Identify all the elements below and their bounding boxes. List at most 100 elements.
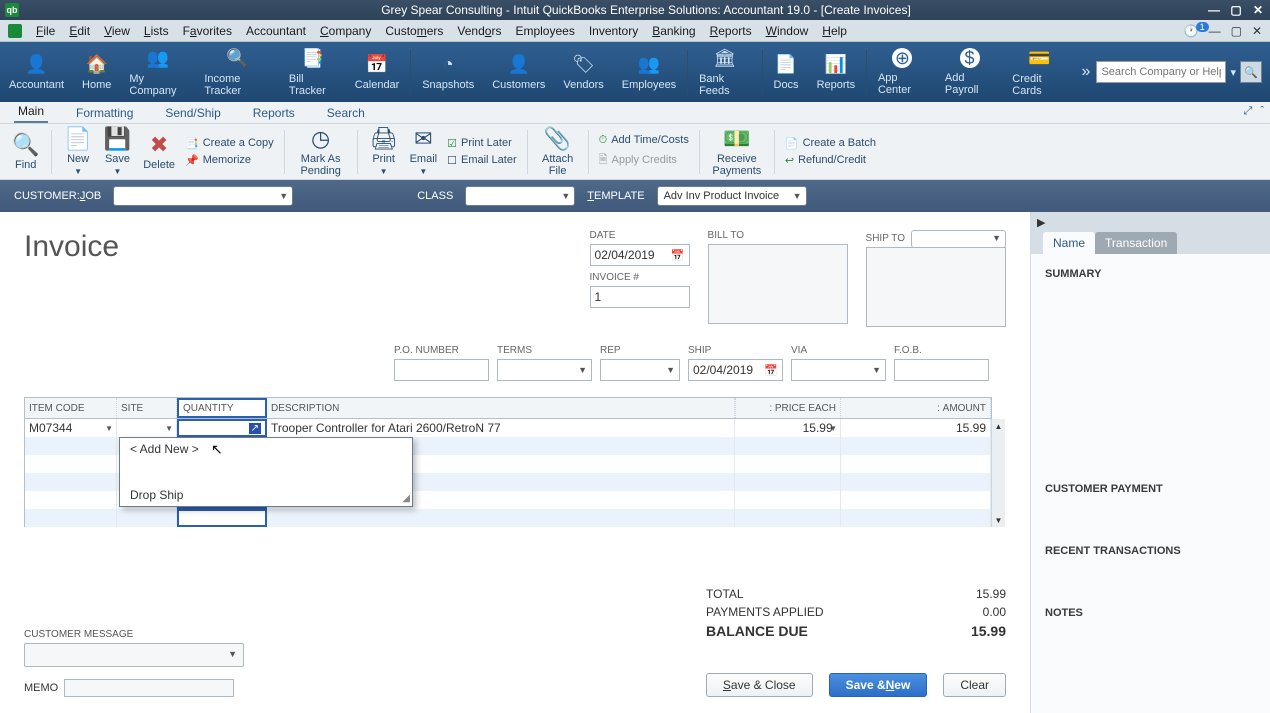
tb-bill[interactable]: 📑Bill Tracker <box>280 43 346 101</box>
resize-grip-icon[interactable]: ◢ <box>402 493 410 504</box>
toolbar-more-icon[interactable]: » <box>1076 63 1097 81</box>
template-dropdown[interactable]: Adv Inv Product Invoice▼ <box>657 186 807 206</box>
reminders-button[interactable]: 🕐1 <box>1184 24 1199 38</box>
ribbon-refund[interactable]: ↩Refund/Credit <box>783 153 878 168</box>
ribbon-attach[interactable]: 📎Attach File <box>536 125 580 179</box>
child-minimize[interactable]: — <box>1209 24 1221 38</box>
save-new-button[interactable]: Save & New <box>829 673 928 697</box>
ribbon-save[interactable]: 💾Save▼ <box>100 125 135 178</box>
via-dropdown[interactable]: ▼ <box>791 359 886 381</box>
menu-window[interactable]: Window <box>766 24 809 38</box>
customer-job-dropdown[interactable]: ▼ <box>113 186 293 206</box>
table-row[interactable] <box>25 509 991 527</box>
collapse-ribbon-icon[interactable]: ˆ <box>1260 105 1264 118</box>
date-field[interactable]: 02/04/2019📅 <box>590 244 690 266</box>
ribbon-print[interactable]: 🖨Print▼ <box>366 125 402 178</box>
dropdown-drop-ship[interactable]: Drop Ship <box>120 484 412 506</box>
tb-docs[interactable]: 📄Docs <box>765 49 808 95</box>
col-item[interactable]: ITEM CODE <box>25 398 117 418</box>
shipto-field[interactable] <box>866 247 1006 327</box>
col-qty[interactable]: QUANTITY <box>177 398 267 418</box>
ribbon-new[interactable]: 📄New▼ <box>60 125 95 178</box>
menu-view[interactable]: View <box>104 24 130 38</box>
tb-payroll[interactable]: $Add Payroll <box>936 44 1003 100</box>
memo-field[interactable] <box>64 679 234 697</box>
menu-banking[interactable]: Banking <box>652 24 695 38</box>
child-close[interactable]: ✕ <box>1252 24 1262 38</box>
line-site[interactable]: ▼ <box>117 419 177 437</box>
rep-dropdown[interactable]: ▼ <box>600 359 680 381</box>
col-desc[interactable]: DESCRIPTION <box>267 398 735 418</box>
ribbon-find[interactable]: 🔍Find <box>8 131 43 173</box>
line-qty[interactable]: ↗ <box>177 419 267 437</box>
menu-edit[interactable]: Edit <box>69 24 90 38</box>
ribbon-add-time[interactable]: ⏱Add Time/Costs <box>597 133 691 148</box>
terms-dropdown[interactable]: ▼ <box>497 359 592 381</box>
tb-accountant[interactable]: 👤Accountant <box>0 49 73 95</box>
po-field[interactable] <box>394 359 489 381</box>
search-input[interactable] <box>1096 61 1226 83</box>
calendar-icon[interactable]: 📅 <box>764 364 778 377</box>
menu-lists[interactable]: Lists <box>144 24 169 38</box>
shipto-dropdown[interactable]: ▼ <box>911 230 1006 248</box>
expand-icon[interactable]: ↗ <box>249 423 261 434</box>
tb-customers[interactable]: 👤Customers <box>483 49 554 95</box>
dropdown-add-new[interactable]: < Add New > <box>120 438 412 460</box>
save-close-button[interactable]: Save & Close <box>706 673 813 697</box>
child-restore[interactable]: ▢ <box>1231 24 1242 38</box>
col-site[interactable]: SITE <box>117 398 177 418</box>
close-button[interactable]: ✕ <box>1251 3 1265 17</box>
scroll-up-icon[interactable]: ▲ <box>992 419 1005 433</box>
ribbon-mark-pending[interactable]: ◷Mark As Pending <box>293 125 349 179</box>
tb-bankfeeds[interactable]: 🏛Bank Feeds <box>690 43 760 101</box>
expand-icon[interactable]: ⤢ <box>1244 105 1253 118</box>
ribbon-email-later[interactable]: ☐Email Later <box>445 153 519 168</box>
tb-home[interactable]: 🏠Home <box>73 49 120 95</box>
tab-main[interactable]: Main <box>14 101 48 123</box>
menu-file[interactable]: File <box>36 24 55 38</box>
clear-button[interactable]: Clear <box>943 673 1006 697</box>
ribbon-delete[interactable]: ✖Delete <box>139 131 179 173</box>
col-amount[interactable]: : AMOUNT <box>841 398 991 418</box>
calendar-icon[interactable]: 📅 <box>671 249 685 262</box>
tb-reports[interactable]: 📊Reports <box>808 49 865 95</box>
ribbon-print-later[interactable]: ☑Print Later <box>445 136 519 151</box>
scroll-down-icon[interactable]: ▼ <box>992 513 1005 527</box>
minimize-button[interactable]: — <box>1207 3 1221 17</box>
tb-mycompany[interactable]: 👥My Company <box>120 43 195 101</box>
menu-vendors[interactable]: Vendors <box>457 24 501 38</box>
tb-creditcards[interactable]: 💳Credit Cards <box>1003 43 1075 101</box>
menu-customers[interactable]: Customers <box>385 24 443 38</box>
ship-field[interactable]: 02/04/2019📅 <box>688 359 783 381</box>
col-price[interactable]: : PRICE EACH <box>735 398 841 418</box>
tb-calendar[interactable]: 📅Calendar <box>346 49 409 95</box>
ribbon-receive-payments[interactable]: 💵Receive Payments <box>708 125 766 179</box>
menu-accountant[interactable]: Accountant <box>246 24 306 38</box>
tb-employees[interactable]: 👥Employees <box>613 49 685 95</box>
tab-sendship[interactable]: Send/Ship <box>161 103 224 123</box>
line-amount[interactable]: 15.99 <box>841 419 991 437</box>
billto-field[interactable] <box>708 244 848 324</box>
scrollbar[interactable]: ▲▼ <box>991 419 1005 527</box>
menu-inventory[interactable]: Inventory <box>589 24 638 38</box>
tab-search[interactable]: Search <box>323 103 369 123</box>
menu-employees[interactable]: Employees <box>515 24 574 38</box>
tb-vendors[interactable]: 🏷Vendors <box>554 49 612 95</box>
search-more-icon[interactable]: ▾ <box>1230 66 1236 79</box>
menu-help[interactable]: Help <box>822 24 847 38</box>
customer-message-dropdown[interactable]: ▼ <box>24 643 244 667</box>
ribbon-email[interactable]: ✉Email▼ <box>406 125 442 178</box>
tb-appcenter[interactable]: ⊕App Center <box>869 44 936 100</box>
line-desc[interactable]: Trooper Controller for Atari 2600/RetroN… <box>267 419 735 437</box>
tb-snapshots[interactable]: ◔Snapshots <box>413 49 483 95</box>
rpanel-tab-transaction[interactable]: Transaction <box>1095 232 1177 254</box>
ribbon-create-copy[interactable]: 📑Create a Copy <box>183 136 276 151</box>
ribbon-memorize[interactable]: 📌Memorize <box>183 153 276 168</box>
tb-income[interactable]: 🔍Income Tracker <box>195 43 280 101</box>
tab-reports[interactable]: Reports <box>249 103 299 123</box>
class-dropdown[interactable]: ▼ <box>465 186 575 206</box>
panel-collapse-button[interactable]: ▶ <box>1031 212 1270 232</box>
ribbon-create-batch[interactable]: 📄Create a Batch <box>783 136 878 151</box>
tab-formatting[interactable]: Formatting <box>72 103 137 123</box>
invno-field[interactable]: 1 <box>590 286 690 308</box>
